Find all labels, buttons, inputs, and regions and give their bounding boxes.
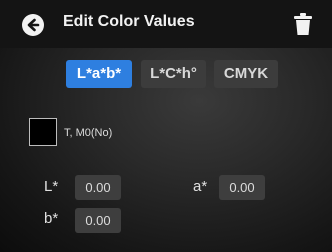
- tab-cmyk[interactable]: CMYK: [214, 60, 278, 88]
- tab-lab[interactable]: L*a*b*: [66, 60, 132, 88]
- tab-lch[interactable]: L*C*h°: [141, 60, 206, 88]
- b-label: b*: [44, 210, 59, 227]
- l-label: L*: [44, 178, 59, 195]
- b-value-input[interactable]: 0.00: [75, 208, 121, 233]
- delete-button[interactable]: [292, 10, 314, 38]
- edit-color-values-screen: Edit Color Values L*a*b* L*C*h° CMYK T, …: [0, 0, 332, 252]
- l-value-input[interactable]: 0.00: [75, 175, 121, 200]
- color-swatch: [29, 118, 57, 146]
- arrow-left-icon: [27, 18, 40, 32]
- swatch-label: T, M0(No): [64, 127, 113, 139]
- page-title: Edit Color Values: [63, 13, 195, 30]
- a-value-input[interactable]: 0.00: [219, 175, 265, 200]
- header-bar: Edit Color Values: [0, 0, 332, 48]
- back-button[interactable]: [22, 14, 44, 36]
- a-label: a*: [193, 178, 208, 195]
- trash-icon: [294, 13, 312, 35]
